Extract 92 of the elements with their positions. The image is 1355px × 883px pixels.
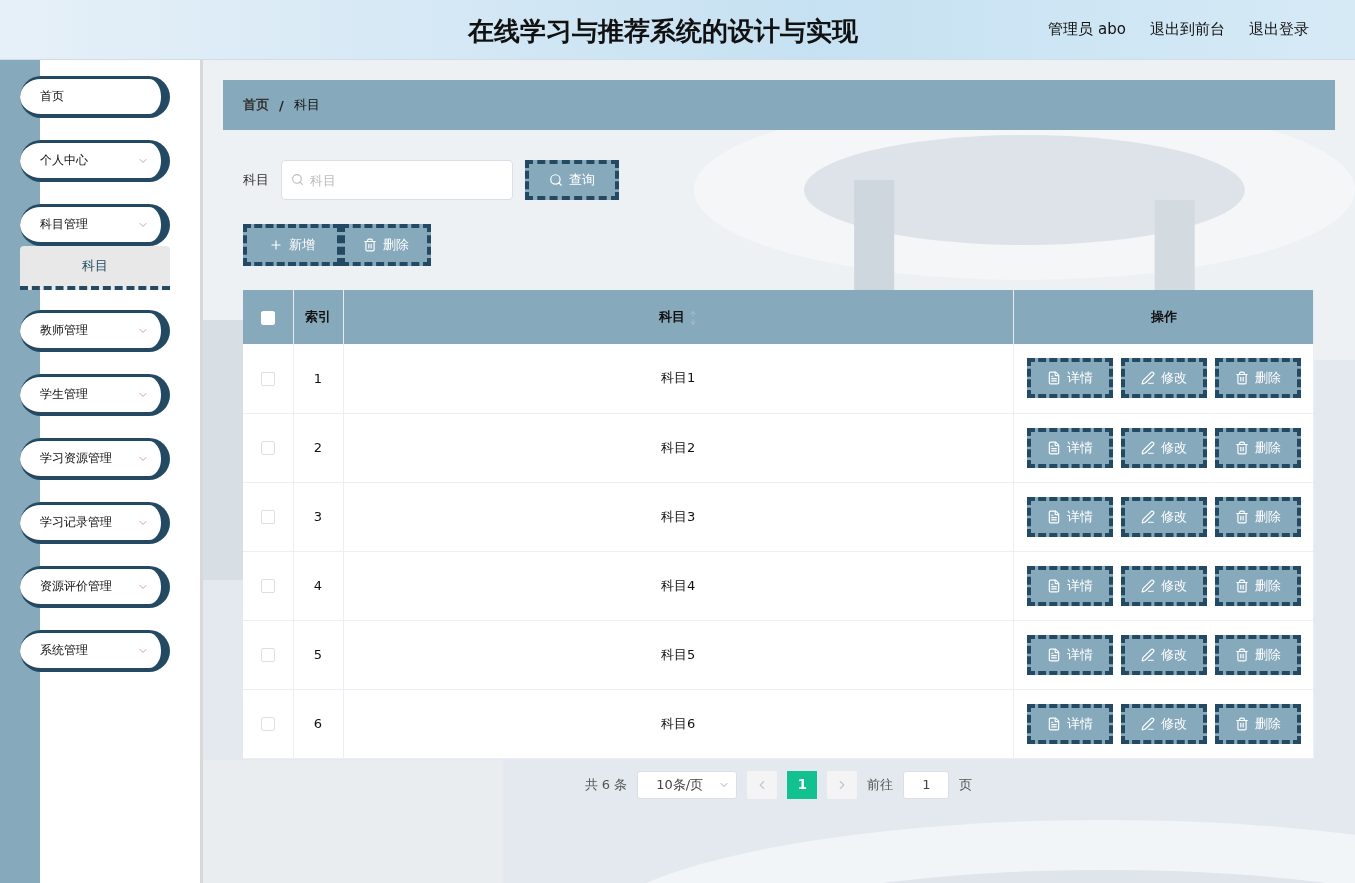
table-cell: 5 bbox=[293, 620, 343, 689]
table-cell: 1 bbox=[293, 344, 343, 413]
table-cell: 3 bbox=[293, 482, 343, 551]
document-icon bbox=[1046, 440, 1061, 455]
checkbox[interactable] bbox=[260, 648, 275, 663]
delete-button[interactable]: 删除 bbox=[1214, 358, 1301, 399]
menu-item[interactable]: 系统管理 bbox=[20, 630, 170, 672]
delete-button[interactable]: 删除 bbox=[341, 224, 431, 266]
table-cell: 科目3 bbox=[343, 482, 1014, 551]
delete-button[interactable]: 删除 bbox=[1214, 634, 1301, 675]
page-button[interactable]: 1 bbox=[787, 770, 818, 799]
checkbox[interactable] bbox=[260, 717, 275, 732]
table-cell: 科目1 bbox=[343, 344, 1014, 413]
search-label: 科目 bbox=[243, 171, 269, 189]
breadcrumb-separator: / bbox=[279, 97, 284, 113]
search-field[interactable]: 科目 bbox=[281, 160, 513, 200]
menu-item[interactable]: 首页 bbox=[20, 76, 170, 118]
checkbox[interactable] bbox=[260, 441, 275, 456]
table-cell: 2 bbox=[293, 413, 343, 482]
header-link[interactable]: 退出登录 bbox=[1249, 20, 1309, 39]
delete-button[interactable]: 删除 bbox=[1214, 703, 1301, 744]
header-link[interactable]: 退出到前台 bbox=[1150, 20, 1225, 39]
menu-item[interactable]: 教师管理 bbox=[20, 310, 170, 352]
column-header: 索引 bbox=[305, 309, 331, 324]
trash-icon bbox=[1234, 440, 1249, 455]
detail-button[interactable]: 详情 bbox=[1026, 496, 1113, 537]
plus-icon bbox=[269, 238, 283, 252]
menu-item[interactable]: 学习资源管理 bbox=[20, 438, 170, 480]
detail-button[interactable]: 详情 bbox=[1026, 358, 1113, 399]
total-count: 共 6 条 bbox=[584, 775, 628, 794]
detail-button[interactable]: 详情 bbox=[1026, 565, 1113, 606]
edit-button[interactable]: 修改 bbox=[1120, 358, 1207, 399]
checkbox[interactable] bbox=[260, 510, 275, 525]
trash-icon bbox=[1234, 647, 1249, 662]
sort-icon[interactable] bbox=[689, 309, 698, 326]
trash-icon bbox=[1234, 371, 1249, 386]
delete-button[interactable]: 删除 bbox=[1214, 496, 1301, 537]
pencil-icon bbox=[1140, 716, 1155, 731]
pencil-icon bbox=[1140, 371, 1155, 386]
document-icon bbox=[1046, 509, 1061, 524]
table-cell: 6 bbox=[293, 689, 343, 758]
pencil-icon bbox=[1140, 578, 1155, 593]
prev-page-button[interactable] bbox=[747, 770, 778, 799]
table-cell: 4 bbox=[293, 551, 343, 620]
edit-button[interactable]: 修改 bbox=[1120, 496, 1207, 537]
document-icon bbox=[1046, 647, 1061, 662]
edit-button[interactable]: 修改 bbox=[1120, 427, 1207, 468]
trash-icon bbox=[1234, 578, 1249, 593]
delete-button[interactable]: 删除 bbox=[1214, 427, 1301, 468]
table-cell: 科目2 bbox=[343, 413, 1014, 482]
column-header: 操作 bbox=[1150, 309, 1177, 324]
edit-button[interactable]: 修改 bbox=[1120, 634, 1207, 675]
detail-button[interactable]: 详情 bbox=[1026, 634, 1113, 675]
column-header: 科目 bbox=[659, 309, 698, 324]
menu-item[interactable]: 资源评价管理 bbox=[20, 566, 170, 608]
detail-button[interactable]: 详情 bbox=[1026, 427, 1113, 468]
trash-icon bbox=[363, 238, 377, 252]
page-title: 在线学习与推荐系统的设计与实现 bbox=[468, 15, 858, 48]
menu-item[interactable]: 学习记录管理 bbox=[20, 502, 170, 544]
pencil-icon bbox=[1140, 440, 1155, 455]
table-cell: 科目5 bbox=[343, 620, 1014, 689]
pencil-icon bbox=[1140, 647, 1155, 662]
search-icon bbox=[291, 173, 304, 186]
menu-item[interactable]: 个人中心 bbox=[20, 140, 170, 182]
trash-icon bbox=[1234, 716, 1249, 731]
page-size-select[interactable]: 10条/页 bbox=[637, 770, 738, 799]
page-suffix: 页 bbox=[959, 775, 973, 794]
checkbox[interactable] bbox=[260, 579, 275, 594]
table-cell: 科目4 bbox=[343, 551, 1014, 620]
trash-icon bbox=[1234, 509, 1249, 524]
menu-item[interactable]: 科目管理 bbox=[20, 204, 170, 246]
edit-button[interactable]: 修改 bbox=[1120, 565, 1207, 606]
pencil-icon bbox=[1140, 509, 1155, 524]
header-link[interactable]: 管理员 abo bbox=[1048, 20, 1126, 39]
goto-page-field[interactable]: 1 bbox=[903, 770, 950, 799]
document-icon bbox=[1046, 716, 1061, 731]
next-page-button[interactable] bbox=[827, 770, 858, 799]
checkbox[interactable] bbox=[260, 372, 275, 386]
document-icon bbox=[1046, 578, 1061, 593]
search-icon bbox=[549, 173, 563, 187]
breadcrumb-item[interactable]: 科目 bbox=[293, 96, 320, 114]
breadcrumb-item[interactable]: 首页 bbox=[243, 96, 269, 114]
table-cell: 科目6 bbox=[343, 689, 1014, 758]
submenu-item[interactable]: 科目 bbox=[20, 246, 170, 290]
document-icon bbox=[1046, 371, 1061, 386]
delete-button[interactable]: 删除 bbox=[1214, 565, 1301, 606]
menu-item[interactable]: 学生管理 bbox=[20, 374, 170, 416]
detail-button[interactable]: 详情 bbox=[1026, 703, 1113, 744]
edit-button[interactable]: 修改 bbox=[1120, 703, 1207, 744]
add-button[interactable]: 新增 bbox=[243, 224, 341, 266]
search-button[interactable]: 查询 bbox=[525, 160, 619, 200]
goto-label: 前往 bbox=[867, 775, 894, 794]
